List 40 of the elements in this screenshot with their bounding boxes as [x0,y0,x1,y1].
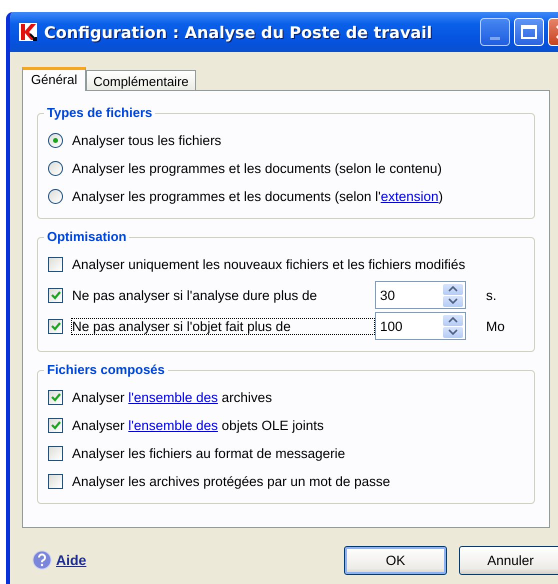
link[interactable]: l'ensemble des [128,390,218,404]
spin-field[interactable]: 100 [375,312,466,340]
option-label: Analyser les programmes et les documents (selon le contenu) [71,160,443,176]
help-link[interactable]: Aide [56,552,86,568]
unit-label: Mo [486,318,505,334]
tab[interactable]: Général [22,67,86,91]
spin-field[interactable]: 30 [375,281,466,309]
checkbox[interactable] [48,390,63,404]
group-title: Types de fichiers [44,105,156,120]
dialog-button[interactable]: OK [344,546,447,574]
window-title: Configuration : Analyse du Poste de travail [44,22,432,42]
tab[interactable]: Complémentaire [86,70,196,90]
checkbox[interactable] [48,288,63,302]
radio-button[interactable] [48,132,63,148]
maximize-button[interactable] [514,18,544,46]
link[interactable]: l'ensemble des [128,418,218,432]
option-label: Analyser les fichiers au format de messagerie [71,444,346,462]
option-label: Analyser l'ensemble des objets OLE joints [71,416,325,434]
app-logo-icon [18,22,38,42]
checkbox[interactable] [48,256,63,272]
unit-label: s. [486,288,497,302]
checkbox[interactable] [48,418,63,432]
group-title: Fichiers composés [44,362,168,377]
option-label: Analyser uniquement les nouveaux fichiers et les fichiers modifiés [71,256,466,272]
link[interactable]: extension [380,188,439,204]
help-icon [32,550,52,570]
option-label: Ne pas analyser si l'objet fait plus de [71,318,375,334]
option-label: Analyser l'ensemble des archives [71,388,273,406]
radio-button[interactable] [48,188,63,204]
option-label: Analyser les programmes et les documents (selon l'extension) [71,188,444,204]
checkbox[interactable] [48,474,63,488]
dialog-button[interactable]: Annuler [459,546,558,574]
group-title: Optimisation [44,229,130,244]
checkbox[interactable] [48,318,63,334]
radio-button[interactable] [48,160,63,176]
option-label: Ne pas analyser si l'analyse dure plus de [71,286,318,304]
option-label: Analyser tous les fichiers [71,132,222,148]
minimize-button[interactable] [480,18,510,46]
option-label: Analyser les archives protégées par un mot de passe [71,472,392,490]
checkbox[interactable] [48,446,63,460]
